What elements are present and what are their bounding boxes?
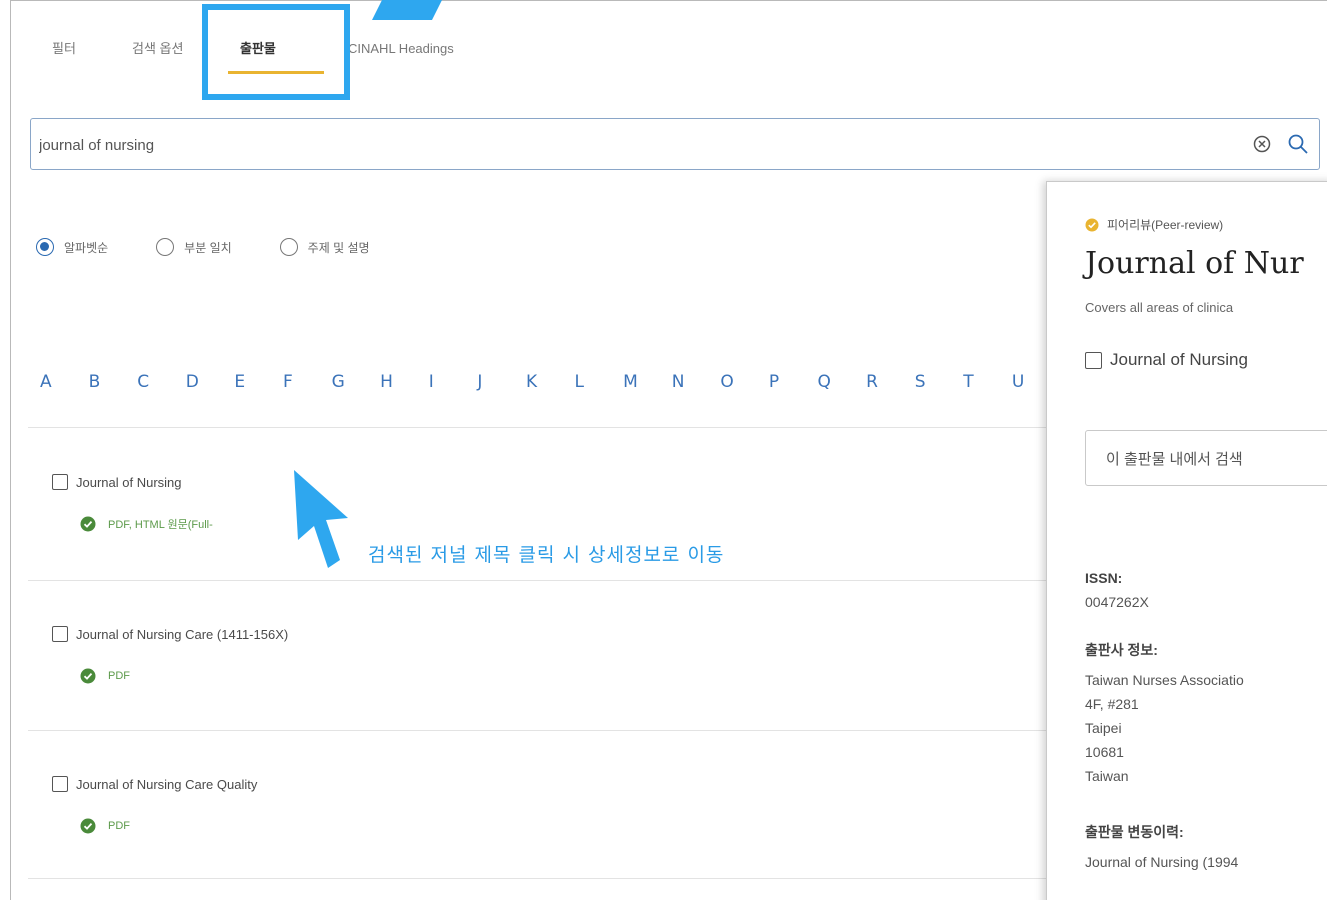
panel-description: Covers all areas of clinica [1085,300,1234,315]
panel-checkbox[interactable] [1085,351,1102,369]
result-title-link[interactable]: Journal of Nursing Care Quality [76,777,257,792]
radio-label: 주제 및 설명 [307,240,370,255]
result-title-link[interactable]: Journal of Nursing Care (1411-156X) [76,627,288,642]
search-mode-group: 알파벳순 부분 일치 주제 및 설명 [36,238,418,256]
alpha-letter[interactable]: T [963,372,1012,392]
radio-unselected-icon [279,238,298,256]
alpha-letter[interactable]: A [40,372,89,392]
annotation-arrow-icon [294,470,348,568]
divider [28,580,1048,581]
alpha-letter[interactable]: K [526,372,575,392]
history-label: 출판물 변동이력: [1085,824,1184,840]
tab-filter[interactable]: 필터 [52,36,132,62]
list-item: Journal of Nursing PDF, HTML 원문(Full- [52,474,1032,532]
publisher-line: 4F, #281 [1085,696,1139,712]
fulltext-label[interactable]: PDF [108,820,130,832]
alpha-letter[interactable]: M [623,372,672,392]
radio-label: 부분 일치 [184,240,232,255]
search-within-button[interactable]: 이 출판물 내에서 검색 [1085,430,1327,486]
peer-review-badge: 피어리뷰(Peer-review) [1085,216,1223,233]
divider [28,730,1048,731]
clear-icon[interactable] [1253,135,1271,153]
annotation-text: 검색된 저널 제목 클릭 시 상세정보로 이동 [368,544,725,566]
divider [28,427,1048,428]
alpha-letter[interactable]: C [137,372,186,392]
alpha-letter[interactable]: G [332,372,381,392]
list-item: Journal of Nursing Care (1411-156X) PDF [52,626,1032,684]
fulltext-label[interactable]: PDF, HTML 원문(Full- [108,516,213,532]
alpha-letter[interactable]: D [186,372,235,392]
radio-subject-description[interactable]: 주제 및 설명 [279,238,370,256]
search-box [30,118,1320,170]
tab-highlight-box [202,4,350,100]
issn-label: ISSN: [1085,570,1123,586]
divider [28,878,1048,879]
fulltext-label[interactable]: PDF [108,670,130,682]
alpha-letter[interactable]: R [866,372,915,392]
alpha-letter[interactable]: F [283,372,332,392]
alphabet-nav: A B C D E F G H I J K L M N O P Q R S T … [40,372,1060,392]
check-circle-icon [80,668,96,684]
radio-selected-icon [36,238,54,256]
publisher-line: Taipei [1085,720,1122,736]
result-checkbox[interactable] [52,776,68,792]
publication-detail-panel: 피어리뷰(Peer-review) Journal of Nur Covers … [1046,181,1327,900]
result-checkbox[interactable] [52,474,68,490]
peer-review-icon [1085,218,1099,231]
alpha-letter[interactable]: S [915,372,964,392]
pointer-arrow-icon [372,0,442,20]
radio-alphabetical[interactable]: 알파벳순 [36,238,108,256]
panel-checkbox-label: Journal of Nursing [1110,350,1248,369]
alpha-letter[interactable]: P [769,372,818,392]
panel-checkbox-row[interactable]: Journal of Nursing [1085,350,1248,370]
alpha-letter[interactable]: L [575,372,624,392]
issn-value: 0047262X [1085,594,1149,610]
result-title-link[interactable]: Journal of Nursing [76,475,182,490]
search-input[interactable] [39,132,1139,158]
alpha-letter[interactable]: J [477,372,526,392]
check-circle-icon [80,516,96,532]
alpha-letter[interactable]: N [672,372,721,392]
list-item: Journal of Nursing Care Quality PDF [52,776,1032,834]
alpha-letter[interactable]: O [720,372,769,392]
alpha-letter[interactable]: E [234,372,283,392]
panel-title: Journal of Nur [1085,246,1304,281]
alpha-letter[interactable]: H [380,372,429,392]
tab-cinahl-headings[interactable]: CINAHL Headings [348,36,508,62]
result-checkbox[interactable] [52,626,68,642]
radio-partial-match[interactable]: 부분 일치 [156,238,232,256]
publisher-line: 10681 [1085,744,1124,760]
alpha-letter[interactable]: I [429,372,478,392]
publisher-line: Taiwan [1085,768,1129,784]
check-circle-icon [80,818,96,834]
publisher-label: 출판사 정보: [1085,642,1158,658]
history-value[interactable]: Journal of Nursing (1994 [1085,850,1238,874]
radio-label: 알파벳순 [64,240,109,255]
alpha-letter[interactable]: Q [818,372,867,392]
peer-review-label: 피어리뷰(Peer-review) [1107,218,1224,232]
radio-unselected-icon [156,238,175,256]
alpha-letter[interactable]: B [89,372,138,392]
publisher-line: Taiwan Nurses Associatio [1085,672,1244,688]
search-icon[interactable] [1287,133,1309,155]
